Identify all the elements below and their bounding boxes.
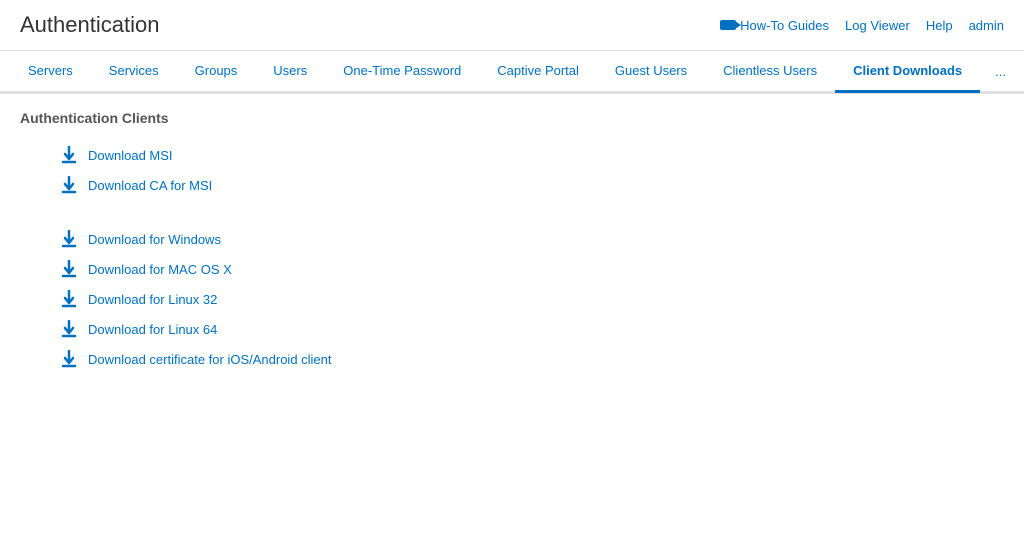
log-viewer-link[interactable]: Log Viewer xyxy=(845,18,910,33)
separator xyxy=(60,208,964,224)
download-group-2: Download for Windows Download for MAC OS… xyxy=(60,224,964,374)
tab-client-downloads[interactable]: Client Downloads xyxy=(835,51,980,93)
tab-users[interactable]: Users xyxy=(255,51,325,93)
section-title: Authentication Clients xyxy=(20,110,1004,126)
tab-servers[interactable]: Servers xyxy=(10,51,91,93)
header: Authentication How-To Guides Log Viewer … xyxy=(0,0,1024,51)
tab-captive-portal[interactable]: Captive Portal xyxy=(479,51,597,93)
download-list: Download MSI Download CA for MSI xyxy=(20,140,1004,374)
tab-services[interactable]: Services xyxy=(91,51,177,93)
camera-icon xyxy=(720,20,736,30)
download-icon xyxy=(60,350,78,368)
tab-more-button[interactable]: ... xyxy=(987,52,1014,91)
header-nav: How-To Guides Log Viewer Help admin xyxy=(720,18,1004,33)
page-title: Authentication xyxy=(20,12,159,38)
tab-clientless-users[interactable]: Clientless Users xyxy=(705,51,835,93)
tab-groups[interactable]: Groups xyxy=(177,51,256,93)
download-icon xyxy=(60,176,78,194)
download-icon xyxy=(60,146,78,164)
download-ios-android[interactable]: Download certificate for iOS/Android cli… xyxy=(60,344,964,374)
tab-guest-users[interactable]: Guest Users xyxy=(597,51,705,93)
download-ca-for-msi[interactable]: Download CA for MSI xyxy=(60,170,964,200)
download-group-1: Download MSI Download CA for MSI xyxy=(60,140,964,200)
download-linux32[interactable]: Download for Linux 32 xyxy=(60,284,964,314)
download-icon xyxy=(60,230,78,248)
download-windows[interactable]: Download for Windows xyxy=(60,224,964,254)
admin-link[interactable]: admin xyxy=(969,18,1004,33)
main-content: Authentication Clients Download MSI xyxy=(0,94,1024,398)
download-icon xyxy=(60,260,78,278)
download-msi[interactable]: Download MSI xyxy=(60,140,964,170)
download-mac[interactable]: Download for MAC OS X xyxy=(60,254,964,284)
download-icon xyxy=(60,320,78,338)
download-linux64[interactable]: Download for Linux 64 xyxy=(60,314,964,344)
download-icon xyxy=(60,290,78,308)
tab-one-time-password[interactable]: One-Time Password xyxy=(325,51,479,93)
help-link[interactable]: Help xyxy=(926,18,953,33)
how-to-guides-link[interactable]: How-To Guides xyxy=(720,18,829,33)
tabs-bar: Servers Services Groups Users One-Time P… xyxy=(0,51,1024,93)
